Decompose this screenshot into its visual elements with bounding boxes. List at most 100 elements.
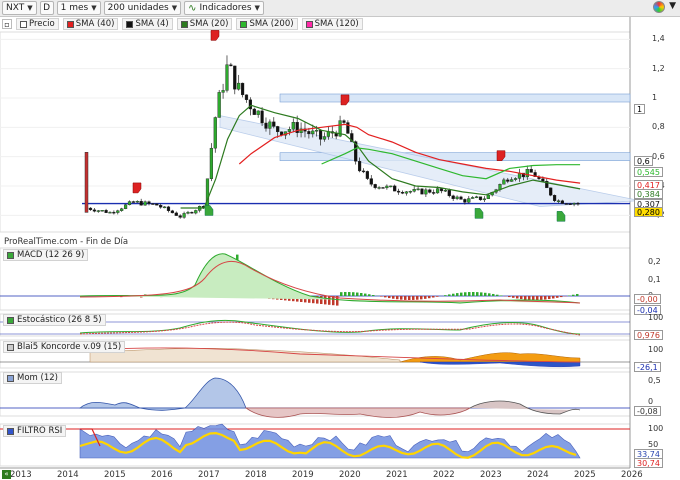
price-tick-label: 1,4: [652, 34, 665, 44]
macd-bar: [416, 296, 419, 300]
candle-body: [424, 189, 428, 195]
candle-body: [139, 201, 143, 206]
candle-body: [147, 201, 151, 204]
blai-legend[interactable]: Blai5 Koncorde v.09 (15): [3, 341, 126, 353]
candle-body: [217, 92, 221, 118]
candle-body: [178, 215, 182, 218]
scroll-back-icon[interactable]: «: [2, 470, 11, 479]
year-tick-label: 2024: [527, 470, 549, 480]
candle-body: [369, 178, 373, 185]
candle-body: [552, 195, 557, 201]
macd-bar: [460, 292, 463, 296]
year-tick-label: 2021: [386, 470, 408, 480]
candle-body: [432, 192, 436, 194]
macd-bar: [384, 296, 387, 298]
candle-body: [510, 179, 514, 182]
macd-bar: [348, 292, 351, 296]
candle-body: [365, 171, 369, 179]
candle-body: [272, 121, 276, 127]
candle-body: [96, 210, 100, 212]
source-note: ProRealTime.com - Fin de Día: [4, 237, 129, 247]
candle-body: [135, 201, 139, 203]
year-tick-label: 2020: [339, 470, 361, 480]
mom-line: [469, 400, 581, 415]
macd-bar: [436, 296, 439, 297]
candle-body: [412, 189, 416, 192]
price-value-badge: 1: [634, 104, 646, 114]
blai-blue-area: [419, 361, 581, 367]
candle-body: [506, 179, 510, 182]
year-tick-label: 2017: [198, 470, 220, 480]
macd-bar: [536, 296, 539, 300]
macd-bar: [500, 295, 503, 296]
candle-body: [389, 185, 393, 188]
macd-bar: [516, 296, 519, 299]
candle-body: [190, 211, 194, 214]
macd-bar: [560, 296, 563, 298]
candle-body: [435, 188, 440, 194]
candle-body: [385, 185, 389, 189]
stoch-k-line: [79, 319, 581, 335]
candle-body: [572, 203, 576, 205]
candle-body: [268, 121, 272, 129]
candle-body: [88, 207, 93, 211]
candle-body: [455, 196, 459, 199]
price-value-badge: 0,6: [634, 156, 653, 166]
stoch-legend[interactable]: Estocástico (26 8 5): [3, 314, 106, 326]
macd-bar: [492, 293, 495, 296]
candle-body: [170, 210, 174, 214]
candle-body: [408, 191, 412, 193]
mom-legend[interactable]: Mom (12): [3, 372, 62, 384]
macd-bar: [448, 294, 451, 296]
candle-body: [307, 131, 311, 135]
candle-body: [233, 65, 237, 90]
year-tick-label: 2019: [292, 470, 314, 480]
macd-bar: [544, 296, 547, 300]
price-value-badge: 0,280: [634, 207, 663, 217]
price-tick-label: 0,8: [652, 122, 665, 132]
macd-bar: [520, 296, 523, 300]
candle-body: [486, 194, 490, 200]
thumbs-up-icon: [474, 208, 484, 219]
macd-bar: [548, 296, 551, 300]
macd-bar: [464, 292, 467, 296]
candle-body: [194, 210, 198, 214]
candle-body: [381, 187, 385, 189]
macd-bar: [508, 296, 511, 298]
macd-bar: [532, 296, 535, 300]
thumbs-down-icon: [132, 182, 142, 194]
macd-bar: [420, 296, 423, 300]
candle-body: [416, 188, 420, 191]
candle-body: [229, 64, 233, 67]
candle-body: [252, 108, 256, 115]
rsi-legend[interactable]: FILTRO RSI: [3, 425, 67, 437]
candle-body: [420, 188, 424, 195]
year-tick-label: 2015: [104, 470, 126, 480]
candle-body: [311, 130, 315, 135]
candle-body: [123, 204, 128, 209]
candle-body: [287, 129, 291, 132]
candle-body: [256, 110, 260, 115]
candle-body: [474, 196, 479, 198]
macd-bar: [428, 296, 431, 299]
macd-legend[interactable]: MACD (12 26 9): [3, 249, 89, 261]
candle-body: [396, 190, 401, 193]
candle-body: [182, 213, 186, 218]
candle-body: [104, 210, 108, 213]
candle-body: [467, 198, 471, 203]
candle-body: [451, 195, 455, 199]
year-tick-label: 2022: [433, 470, 455, 480]
macd-bar: [484, 292, 487, 296]
rsi-tick-label: 100: [648, 424, 664, 433]
macd-bar: [340, 292, 343, 296]
candle-body: [166, 206, 171, 211]
candle-body: [131, 201, 135, 203]
macd-bar: [476, 292, 479, 296]
candle-body: [213, 117, 217, 149]
price-tick-label: 1,2: [652, 63, 665, 73]
candle-body: [400, 192, 405, 194]
candle-body: [221, 90, 225, 93]
macd-bar: [496, 294, 499, 296]
candle-body: [186, 211, 190, 214]
stoch-d-line: [79, 321, 581, 336]
